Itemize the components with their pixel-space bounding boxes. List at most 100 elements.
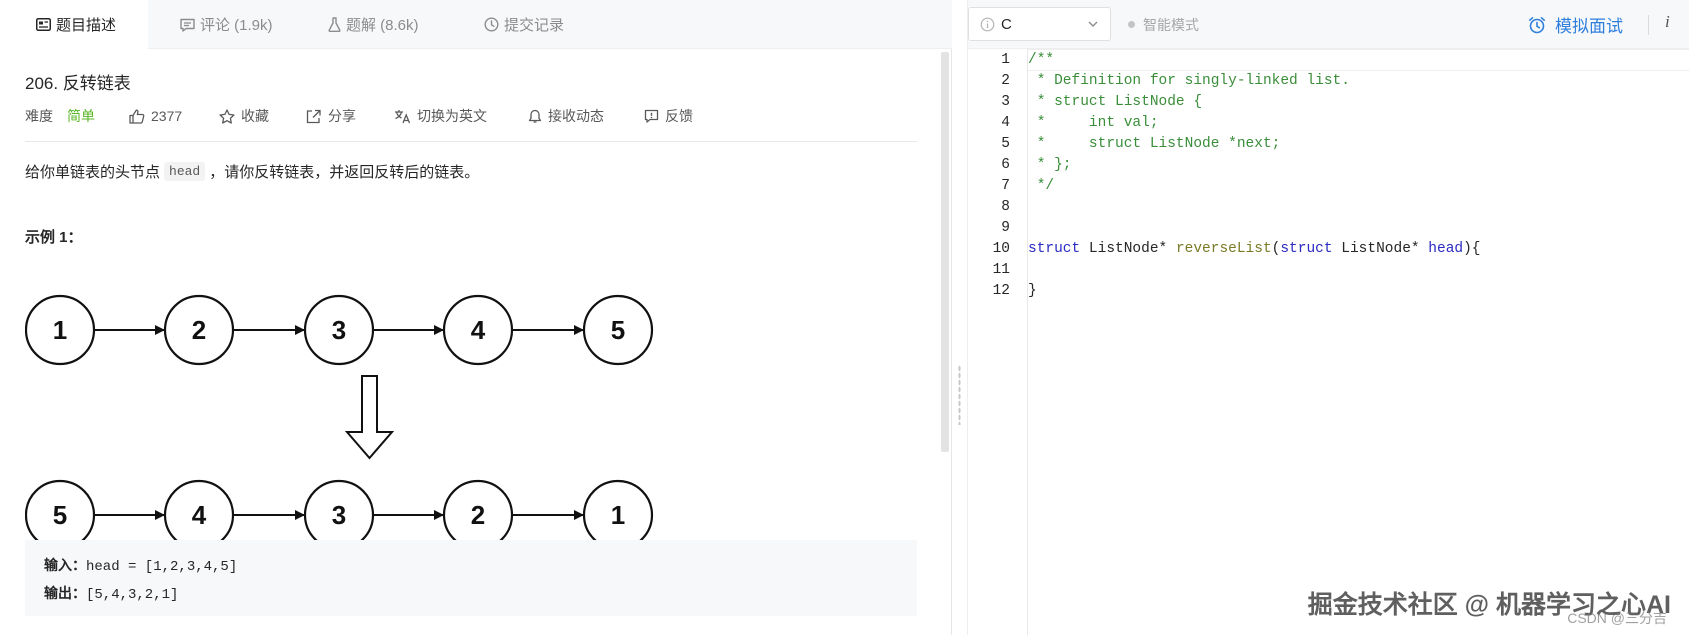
line-number: 12 [992,283,1010,299]
problem-title: 206. 反转链表 [25,74,131,93]
code-text: * struct ListNode { [1028,94,1203,110]
switch-language-label: 切换为英文 [417,108,487,124]
list-node-value: 3 [332,315,346,345]
tab-submissions[interactable]: 提交记录 [456,0,616,49]
desc-after: ，请你反转链表，并返回反转后的链表。 [209,164,480,181]
like-button[interactable]: 2377 [129,103,182,129]
favorite-label: 收藏 [241,108,269,124]
bell-icon [528,109,542,123]
editor-panel: C 智能模式 模拟面试 i 1 /** 2 * Definition for si… [968,0,1689,635]
list-node-value: 2 [471,500,485,530]
code-text: * struct ListNode *next; [1028,136,1281,152]
code-text: * Definition for singly-linked list. [1028,73,1350,89]
solution-flask-icon [328,17,341,32]
keyword-token: struct [1028,241,1081,257]
info-button[interactable]: i [1665,12,1670,32]
chevron-down-icon [1088,21,1098,27]
input-value: head = [1,2,3,4,5] [86,559,238,575]
desc-inline-code: head [164,162,206,181]
smart-mode-toggle[interactable]: 智能模式 [1128,0,1199,49]
notify-label: 接收动态 [548,108,604,124]
list-node-value: 4 [192,500,207,530]
example-input-line: 输入：head = [1,2,3,4,5] [44,552,898,580]
description-scrollbar[interactable] [941,52,949,452]
reverse-arrow-icon [344,375,395,460]
code-line: 3 * struct ListNode { [968,91,1689,113]
feedback-button[interactable]: 反馈 [644,103,693,129]
list-node-value: 5 [611,315,625,345]
smart-mode-label: 智能模式 [1143,16,1199,33]
text-token: ListNode* [1080,241,1176,257]
text-token: ){ [1463,241,1481,257]
list-node-value: 3 [332,500,346,530]
output-label: 输出： [44,585,86,601]
code-line: 5 * struct ListNode *next; [968,133,1689,155]
language-select[interactable]: C [968,7,1111,41]
line-number: 9 [1001,220,1010,236]
linked-list-diagram: 1 2 3 4 5 5 4 3 2 1 [25,294,654,540]
code-text: } [1028,283,1037,299]
mock-interview-label: 模拟面试 [1555,17,1623,36]
like-count: 2377 [151,108,183,124]
share-button[interactable]: 分享 [306,103,356,129]
notify-button[interactable]: 接收动态 [528,103,604,129]
code-text: * int val; [1028,115,1159,131]
comment-icon [180,18,195,32]
mock-interview-button[interactable]: 模拟面试 [1528,0,1623,49]
translate-icon [395,109,411,123]
output-value: [5,4,3,2,1] [86,587,179,603]
line-number: 11 [992,262,1010,278]
code-text: /** [1028,52,1055,68]
code-text: */ [1028,178,1055,194]
line-number: 2 [1001,73,1010,89]
tab-description[interactable]: 题目描述 [0,0,148,49]
tab-comments-label: 评论 (1.9k) [200,17,273,34]
desc-before: 给你单链表的头节点 [25,164,161,181]
code-text: * }; [1028,157,1072,173]
line-number: 6 [1001,157,1010,173]
tab-solutions-label: 题解 (8.6k) [346,17,419,34]
alarm-clock-icon [1529,16,1545,33]
param-token: head [1428,241,1464,257]
share-icon [306,109,321,123]
code-text: struct ListNode* reverseList(struct List… [1028,238,1481,260]
drag-handle-dots[interactable] [958,365,961,425]
code-line: 1 /** [968,49,1689,71]
line-number: 5 [1001,136,1010,152]
tab-comments[interactable]: 评论 (1.9k) [148,0,302,49]
line-number: 8 [1001,199,1010,215]
thumbs-up-icon [129,109,145,124]
difficulty-badge: 简单 [67,108,95,124]
list-node-value: 1 [611,500,625,530]
list-node-value: 4 [471,315,486,345]
example-title: 示例 1： [25,229,83,246]
tab-description-label: 题目描述 [56,17,117,34]
code-line: 10 struct ListNode* reverseList(struct Li… [968,238,1689,260]
tab-submissions-label: 提交记录 [504,17,565,34]
example-io-box: 输入：head = [1,2,3,4,5] 输出：[5,4,3,2,1] [25,540,917,616]
line-number: 1 [1001,52,1010,68]
watermark-sub: CSDN @三分吉 [1567,610,1667,626]
description-icon [36,18,51,31]
star-icon [219,108,235,124]
code-editor[interactable]: 1 /** 2 * Definition for singly-linked li… [968,49,1689,635]
line-number: 7 [1001,178,1010,194]
function-token: reverseList [1175,241,1272,257]
editor-toolbar: C 智能模式 模拟面试 i [968,0,1689,49]
favorite-button[interactable]: 收藏 [219,103,269,129]
list-node-value: 2 [192,315,206,345]
line-number: 4 [1001,115,1010,131]
input-label: 输入： [44,557,86,573]
feedback-icon [644,109,659,123]
history-clock-icon [484,17,499,32]
panel-splitter[interactable] [952,0,968,635]
list-node-value: 5 [53,500,67,530]
switch-language-button[interactable]: 切换为英文 [394,103,487,129]
share-label: 分享 [328,108,356,124]
example-output-line: 输出：[5,4,3,2,1] [44,580,898,608]
code-line: 11 [968,259,1689,281]
info-circle-icon [980,17,995,31]
tab-solutions[interactable]: 题解 (8.6k) [302,0,456,49]
smart-mode-dot [1128,21,1135,28]
problem-panel: 题目描述 评论 (1.9k) 题解 (8.6k) 提交记录 206. 反转链表 … [0,0,952,635]
